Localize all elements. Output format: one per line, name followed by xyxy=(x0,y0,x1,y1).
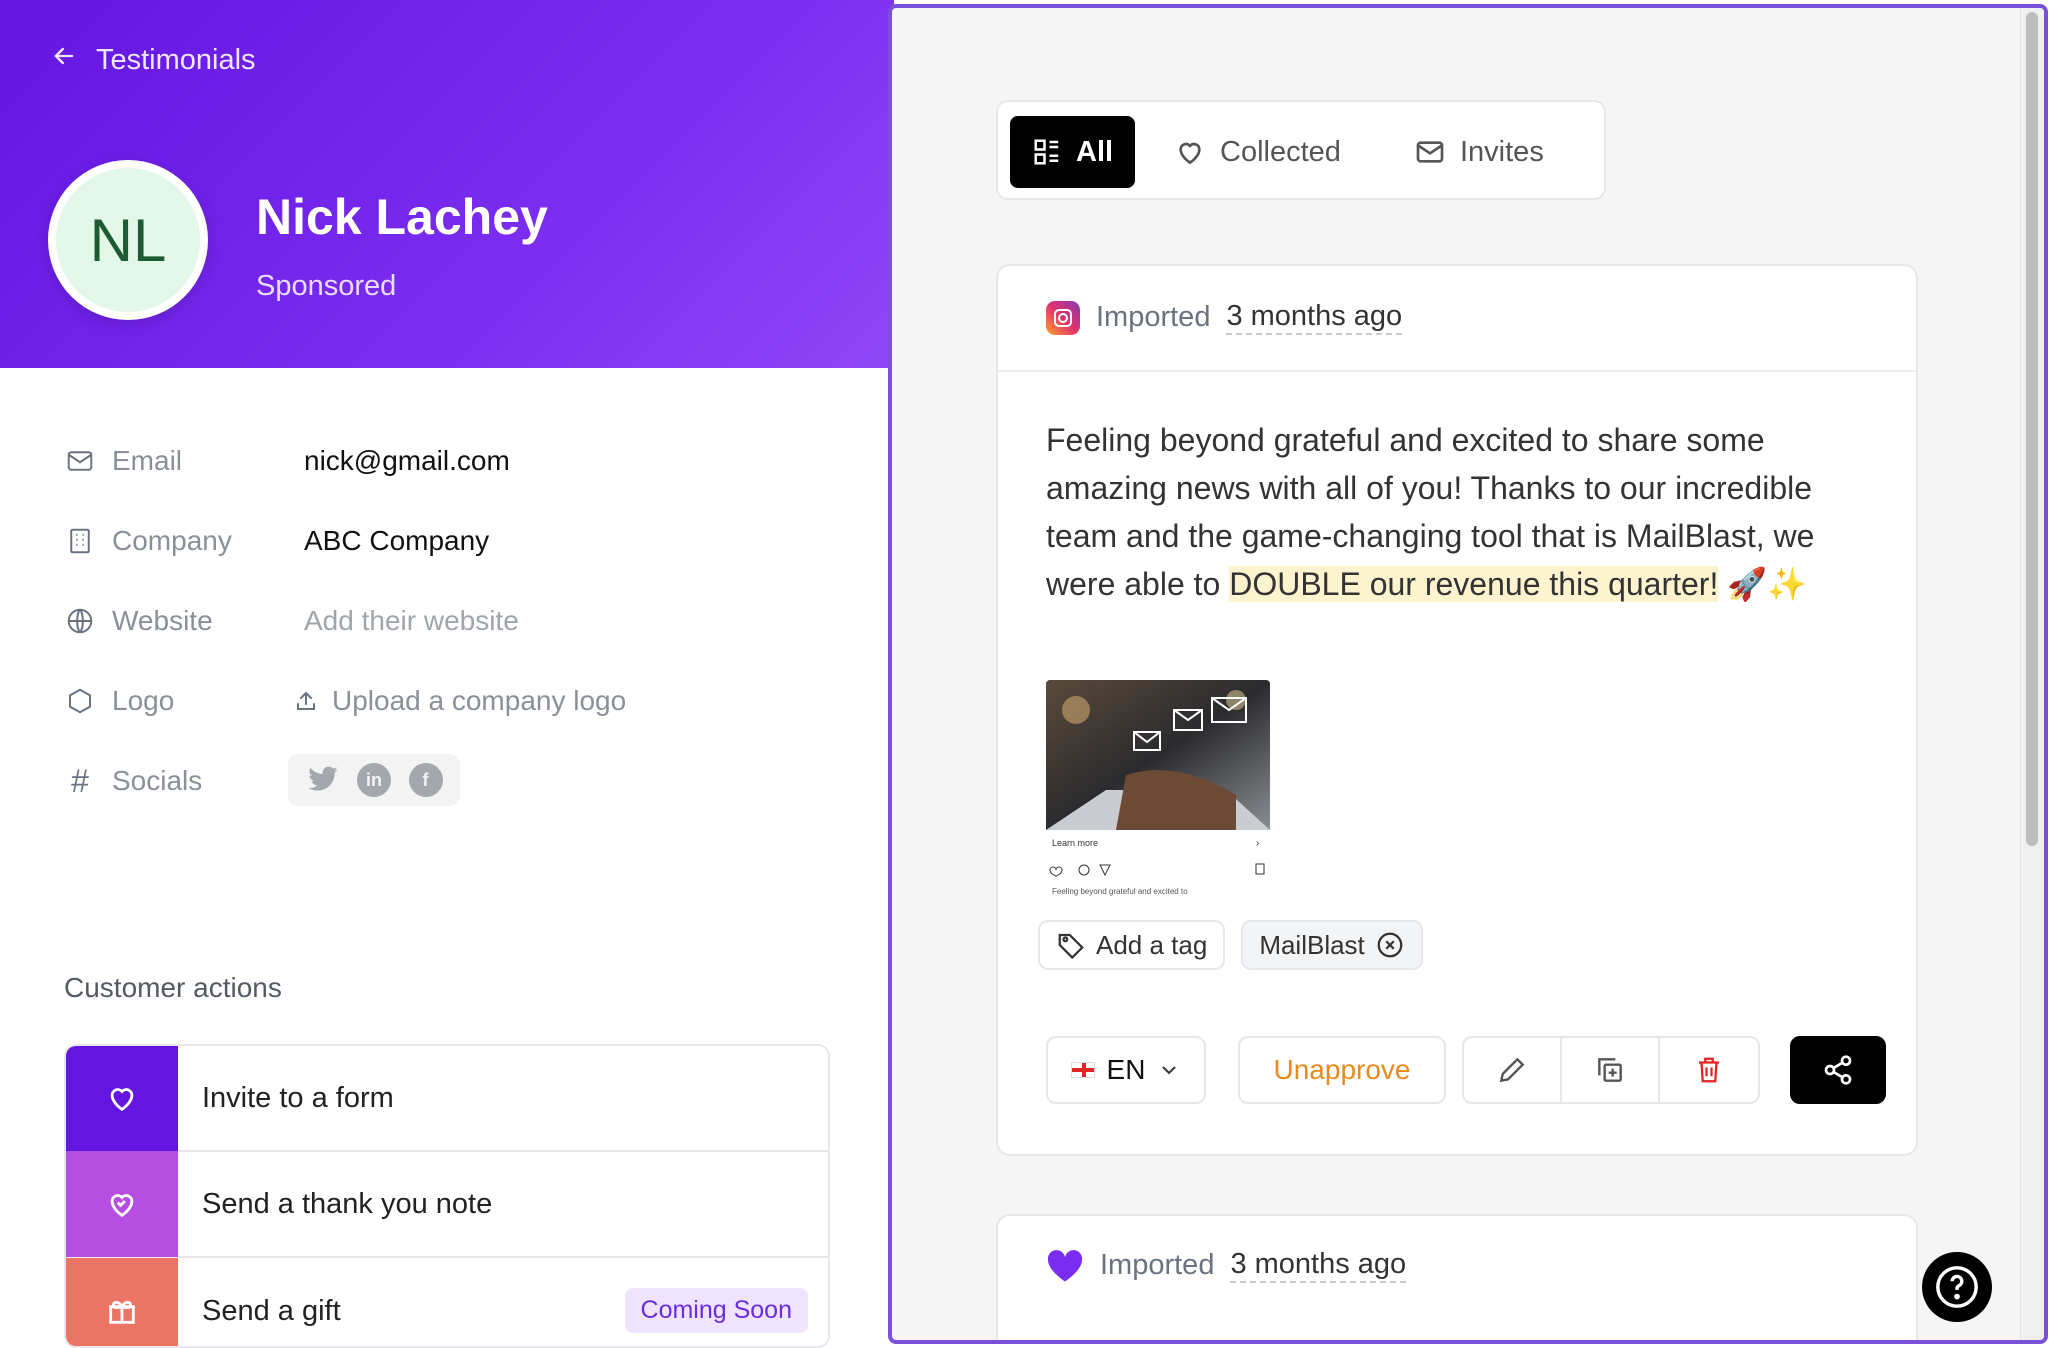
remove-tag-icon[interactable] xyxy=(1375,930,1405,960)
company-label: Company xyxy=(112,525,232,556)
socials-box: in f xyxy=(288,754,460,806)
tab-all[interactable]: All xyxy=(1010,116,1136,188)
upload-icon xyxy=(297,691,315,710)
testimonials-panel: All Collected Invites Imported 3 months … xyxy=(888,4,2048,1344)
grid-icon xyxy=(1034,139,1059,165)
building-icon xyxy=(64,525,96,557)
customer-status: Sponsored xyxy=(256,270,397,302)
website-row: Website Add their website xyxy=(64,596,519,646)
heart-icon xyxy=(66,1046,178,1151)
tab-collected[interactable]: Collected xyxy=(1152,116,1363,188)
tab-label: All xyxy=(1076,135,1114,168)
heart-icon xyxy=(1047,1249,1083,1281)
tab-label: Invites xyxy=(1460,135,1544,168)
company-row: Company ABC Company xyxy=(64,516,489,566)
email-row: Email nick@gmail.com xyxy=(64,436,510,486)
trash-icon xyxy=(1699,1057,1719,1083)
imported-label: Imported xyxy=(1100,1249,1215,1281)
customer-name: Nick Lachey xyxy=(256,189,548,245)
unapprove-button[interactable]: Unapprove xyxy=(1238,1036,1446,1104)
language-select[interactable]: EN xyxy=(1046,1036,1206,1104)
logo-label: Logo xyxy=(112,685,175,716)
action-label: Send a gift xyxy=(202,1294,341,1327)
arrow-left-icon xyxy=(50,42,78,78)
imported-label: Imported xyxy=(1096,301,1211,333)
socials-label: Socials xyxy=(112,765,203,796)
chevron-down-icon xyxy=(1162,1066,1177,1075)
customer-actions-title: Customer actions xyxy=(64,972,282,1003)
add-tag-label: Add a tag xyxy=(1096,929,1208,960)
mail-icon xyxy=(1416,141,1444,163)
flag-icon xyxy=(1070,1062,1095,1078)
coming-soon-badge: Coming Soon xyxy=(624,1288,808,1333)
website-input[interactable]: Add their website xyxy=(304,605,519,637)
share-icon xyxy=(1824,1055,1852,1085)
imported-time[interactable]: 3 months ago xyxy=(1230,1248,1407,1283)
thumb-text: Feeling beyond grateful and excited to xyxy=(1052,887,1188,896)
question-icon xyxy=(1936,1266,1978,1308)
company-value[interactable]: ABC Company xyxy=(304,525,489,557)
tag-chip: MailBlast xyxy=(1241,920,1423,970)
facebook-icon[interactable]: f xyxy=(408,763,443,797)
testimonial-card: Imported 3 months ago xyxy=(996,1214,1918,1340)
highlighted-text: DOUBLE our revenue this quarter! xyxy=(1229,566,1719,602)
instagram-icon xyxy=(1046,300,1080,335)
delete-button[interactable] xyxy=(1660,1038,1758,1102)
twitter-icon[interactable] xyxy=(306,763,340,797)
upload-logo-button[interactable]: Upload a company logo xyxy=(294,685,626,717)
hash-icon: # xyxy=(71,762,89,799)
back-label: Testimonials xyxy=(96,43,256,76)
help-button[interactable] xyxy=(1922,1252,1992,1322)
scrollbar-thumb[interactable] xyxy=(2026,12,2038,846)
upload-logo-label: Upload a company logo xyxy=(332,685,627,716)
edit-button-group xyxy=(1462,1036,1760,1104)
testimonial-card: Imported 3 months ago Feeling beyond gra… xyxy=(996,264,1918,1156)
tab-invites[interactable]: Invites xyxy=(1392,116,1566,188)
socials-row: # Socials xyxy=(64,756,202,806)
email-label: Email xyxy=(112,445,183,476)
pencil-icon xyxy=(1499,1057,1525,1083)
email-value[interactable]: nick@gmail.com xyxy=(304,445,510,477)
testimonial-header: Imported 3 months ago xyxy=(998,266,1916,372)
language-value: EN xyxy=(1106,1054,1146,1085)
gift-icon xyxy=(66,1258,178,1346)
svg-text:›: › xyxy=(1256,838,1259,849)
profile-header: Testimonials NL Nick Lachey Sponsored xyxy=(0,0,894,368)
filter-tabs: All Collected Invites xyxy=(996,100,1606,200)
send-gift-action[interactable]: Send a gift Coming Soon xyxy=(66,1258,828,1346)
back-link[interactable]: Testimonials xyxy=(50,42,256,78)
duplicate-button[interactable] xyxy=(1562,1038,1660,1102)
testimonial-actions: EN Unapprove xyxy=(1046,1036,1886,1104)
thumb-caption: Learn more xyxy=(1052,838,1098,848)
hexagon-icon xyxy=(64,685,96,717)
tab-label: Collected xyxy=(1220,135,1341,168)
logo-row: Logo Upload a company logo xyxy=(64,676,626,726)
edit-button[interactable] xyxy=(1464,1038,1562,1102)
scrollbar[interactable] xyxy=(2020,8,2044,1340)
add-tag-button[interactable]: Add a tag xyxy=(1038,920,1226,970)
testimonial-text: Feeling beyond grateful and excited to s… xyxy=(1046,416,1886,608)
tag-row: Add a tag MailBlast xyxy=(1038,920,1423,970)
mail-icon xyxy=(64,445,96,477)
heart-handshake-icon xyxy=(66,1151,178,1257)
heart-icon xyxy=(1179,142,1201,165)
action-label: Invite to a form xyxy=(202,1081,394,1114)
linkedin-icon[interactable]: in xyxy=(357,763,391,797)
duplicate-icon xyxy=(1598,1058,1622,1082)
tag-icon xyxy=(1058,933,1084,960)
customer-actions-list: Invite to a form Send a thank you note S… xyxy=(64,1044,830,1348)
text-part: 🚀✨ xyxy=(1718,566,1807,602)
imported-time[interactable]: 3 months ago xyxy=(1226,300,1403,335)
avatar: NL xyxy=(48,160,208,320)
globe-icon xyxy=(64,605,96,637)
thank-you-note-action[interactable]: Send a thank you note xyxy=(66,1151,828,1258)
tag-label: MailBlast xyxy=(1259,929,1365,960)
share-button[interactable] xyxy=(1790,1036,1886,1104)
website-label: Website xyxy=(112,605,213,636)
testimonial-image[interactable]: Learn more › Feeling beyond grateful and… xyxy=(1046,680,1270,906)
action-label: Send a thank you note xyxy=(202,1187,493,1220)
invite-to-form-action[interactable]: Invite to a form xyxy=(66,1046,828,1152)
